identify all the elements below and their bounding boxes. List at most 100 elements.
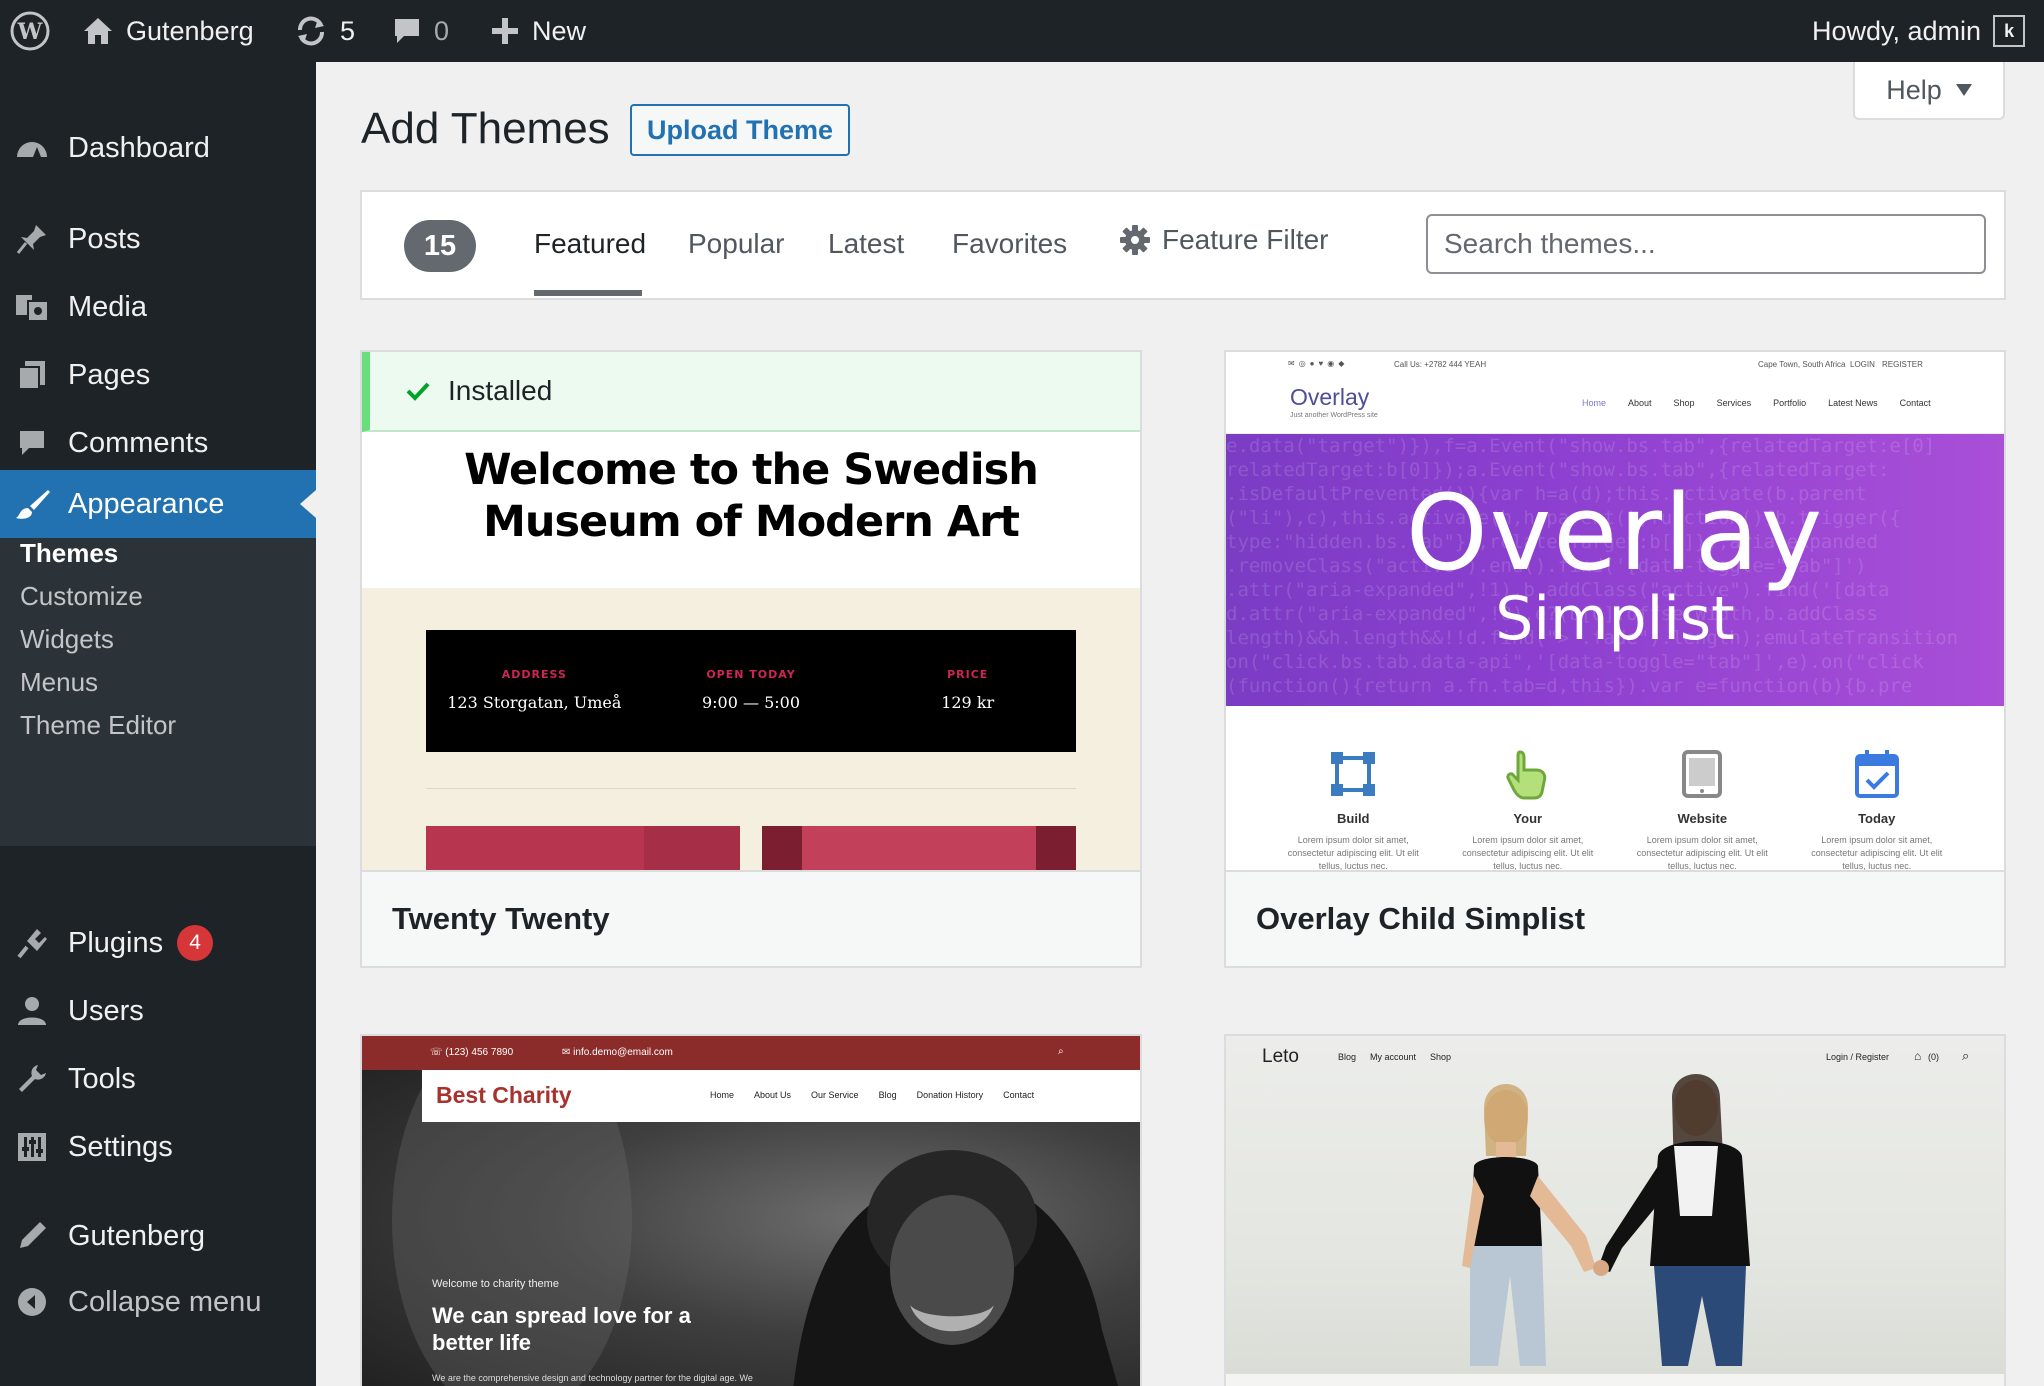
current-indicator (300, 490, 316, 518)
sidebar-item-posts[interactable]: Posts (0, 209, 316, 269)
topbar-register: REGISTER (1882, 360, 1923, 369)
feature-text: Lorem ipsum dolor sit amet, consectetur … (1811, 835, 1943, 871)
appearance-submenu: Themes Customize Widgets Menus Theme Edi… (0, 538, 316, 846)
preview-menu-item: About Us (754, 1090, 792, 1100)
address-label: ADDRESS (501, 668, 567, 681)
wordpress-logo-icon[interactable]: W (10, 0, 50, 62)
sidebar-item-tools[interactable]: Tools (0, 1049, 316, 1109)
preview-menu-item: Latest News (1828, 398, 1878, 408)
preview-topbar: ☏ (123) 456 7890 ✉ info.demo@email.com ⌕ (362, 1036, 1140, 1070)
preview-body: ADDRESS 123 Storgatan, Umeå OPEN TODAY 9:0… (362, 588, 1140, 872)
preview-heading-line2: Museum of Modern Art (483, 497, 1020, 547)
feature-today: Today Lorem ipsum dolor sit amet, consec… (1790, 706, 1965, 872)
preview-menu-item: Blog (878, 1090, 897, 1100)
feature-text: Lorem ipsum dolor sit amet, consectetur … (1636, 835, 1768, 871)
preview-image-block (762, 826, 1076, 872)
theme-count: 15 (404, 220, 476, 272)
pages-icon (14, 357, 50, 393)
search-icon: ⌕ (1962, 1048, 1970, 1063)
preview-menu-item: Blog (1338, 1052, 1357, 1062)
submenu-widgets[interactable]: Widgets (20, 624, 114, 655)
theme-filter-bar: 15 Featured Popular Latest Favorites Fea… (360, 190, 2006, 300)
preview-menu: Home About Shop Services Portfolio Lates… (1582, 398, 1931, 408)
sidebar-label-comments: Comments (68, 426, 209, 459)
preview-topbar: ✉◎●♥◉◆ Call Us: +2782 444 YEAH Cape Town… (1226, 352, 2004, 376)
theme-screenshot[interactable]: Leto Blog My account Shop Login / Regist… (1226, 1036, 2004, 1386)
sidebar-item-appearance[interactable]: Appearance (0, 470, 316, 538)
email-text: info.demo@email.com (573, 1047, 673, 1058)
comments-count: 0 (434, 15, 450, 46)
theme-name: Overlay Child Simplist (1226, 870, 2004, 966)
updates-count: 5 (340, 15, 356, 46)
pointing-hand-icon (1506, 750, 1546, 800)
preview-hero: e.data("target")}),f=a.Event("show.bs.ta… (1226, 434, 2004, 706)
preview-nav: Leto Blog My account Shop Login / Regist… (1226, 1036, 2004, 1076)
sidebar-item-plugins[interactable]: Plugins 4 (0, 913, 316, 973)
collapse-menu-button[interactable]: Collapse menu (0, 1272, 316, 1332)
search-icon: ⌕ (1058, 1046, 1064, 1057)
sidebar-item-settings[interactable]: Settings (0, 1117, 316, 1177)
site-name-link[interactable]: Gutenberg (82, 0, 254, 62)
sidebar-label-pages: Pages (68, 358, 151, 391)
tab-popular[interactable]: Popular (688, 228, 785, 260)
avatar: k (1993, 15, 2026, 47)
preview-menu-item: Shop (1430, 1052, 1452, 1062)
preview-features: Build Lorem ipsum dolor sit amet, consec… (1226, 706, 2004, 872)
theme-screenshot[interactable]: ✉◎●♥◉◆ Call Us: +2782 444 YEAH Cape Town… (1226, 352, 2004, 872)
preview-menu-item: Our Service (811, 1090, 859, 1100)
new-label: New (532, 15, 587, 46)
preview-menu-item: About (1628, 398, 1652, 408)
comments-link[interactable]: 0 (392, 0, 449, 62)
sidebar-item-media[interactable]: Media (0, 277, 316, 337)
theme-screenshot[interactable]: ☏ (123) 456 7890 ✉ info.demo@email.com ⌕… (362, 1036, 1140, 1386)
submenu-themes[interactable]: Themes (20, 538, 118, 569)
sidebar-label-media: Media (68, 290, 147, 323)
sidebar-item-gutenberg[interactable]: Gutenberg (0, 1206, 316, 1266)
preview-menu-item: Home (1582, 398, 1607, 408)
preview-menu-item: Services (1716, 398, 1752, 408)
feature-title: Today (1858, 811, 1896, 826)
tab-favorites[interactable]: Favorites (952, 228, 1067, 260)
feature-filter-button[interactable]: Feature Filter (1120, 224, 1329, 256)
submenu-theme-editor[interactable]: Theme Editor (20, 710, 176, 741)
preview-nav: Best Charity Home About Us Our Service B… (422, 1070, 1140, 1122)
search-themes-input[interactable] (1426, 214, 1986, 274)
upload-theme-button[interactable]: Upload Theme (630, 104, 850, 156)
feature-text: Lorem ipsum dolor sit amet, consectetur … (1287, 835, 1419, 871)
theme-card-leto[interactable]: Leto Blog My account Shop Login / Regist… (1224, 1034, 2006, 1386)
preview-logo: Best Charity (436, 1082, 572, 1108)
theme-card-best-charity[interactable]: ☏ (123) 456 7890 ✉ info.demo@email.com ⌕… (360, 1034, 1142, 1386)
hero-headline: We can spread love for a better life (432, 1303, 691, 1355)
account-menu[interactable]: Howdy, admin k (1812, 0, 2026, 62)
sidebar-label-posts: Posts (68, 222, 141, 255)
admin-sidebar: Dashboard Posts Media Pages Comments App… (0, 62, 316, 1386)
feature-title: Your (1513, 811, 1543, 826)
preview-image-block (644, 826, 740, 872)
help-tab-button[interactable]: Help (1853, 62, 2005, 120)
preview-menu: Blog My account Shop (1338, 1052, 1451, 1062)
submenu-menus[interactable]: Menus (20, 667, 98, 698)
tab-featured[interactable]: Featured (534, 228, 646, 260)
plugins-update-badge: 4 (177, 925, 214, 961)
sidebar-item-users[interactable]: Users (0, 981, 316, 1041)
feature-title: Build (1337, 811, 1370, 826)
theme-card-overlay-child-simplist[interactable]: ✉◎●♥◉◆ Call Us: +2782 444 YEAH Cape Town… (1224, 350, 2006, 968)
new-content-link[interactable]: New (490, 0, 586, 62)
preview-nav: Overlay Just another WordPress site Home… (1226, 376, 2004, 434)
address-value: 123 Storgatan, Umeå (447, 693, 622, 712)
site-name: Gutenberg (126, 15, 254, 46)
tab-latest[interactable]: Latest (828, 228, 904, 260)
plugin-icon (14, 925, 50, 961)
theme-card-twenty-twenty[interactable]: Welcome to the Swedish Museum of Modern … (360, 350, 1142, 968)
topbar-login: LOGIN (1850, 360, 1875, 369)
checkmark-icon (406, 382, 430, 401)
open-value: 9:00 — 5:00 (701, 693, 801, 712)
hero-photo: Leto Blog My account Shop Login / Regist… (1226, 1036, 2004, 1386)
hero-description: We are the comprehensive design and tech… (432, 1373, 753, 1383)
updates-link[interactable]: 5 (294, 0, 355, 62)
submenu-customize[interactable]: Customize (20, 581, 143, 612)
sidebar-item-pages[interactable]: Pages (0, 345, 316, 405)
preview-login: Login / Register (1826, 1052, 1890, 1062)
sidebar-item-dashboard[interactable]: Dashboard (0, 118, 316, 178)
sidebar-item-comments[interactable]: Comments (0, 413, 316, 473)
